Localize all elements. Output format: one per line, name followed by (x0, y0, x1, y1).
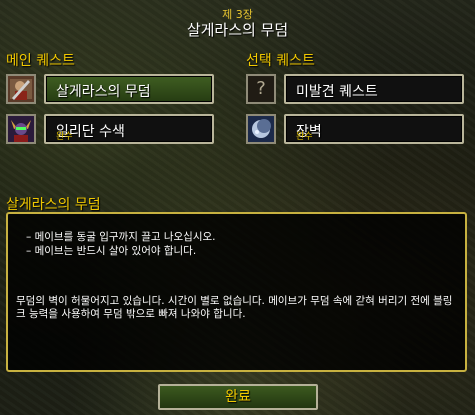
quest-detail-title: 살게라스의 무덤 (6, 197, 101, 213)
optional-quest-item-undiscovered[interactable]: ? 미발견 퀘스트 (246, 74, 466, 104)
main-quests-heading: 메인 퀘스트 (6, 53, 75, 69)
quest-button[interactable]: 일리단 수색 완수 (44, 114, 214, 144)
demon-hunter-portrait-icon (6, 114, 36, 144)
requirement-item: – 메이브는 반드시 살아 있어야 합니다. (26, 245, 197, 257)
requirement-item: – 메이브를 동굴 입구까지 끌고 나오십시오. (26, 231, 216, 243)
optional-quests-heading: 선택 퀘스트 (246, 53, 315, 69)
done-button[interactable]: 완료 (158, 384, 318, 410)
quest-description: 무덤의 벽이 허물어지고 있습니다. 시간이 별로 없습니다. 메이브가 무덤 … (16, 295, 453, 320)
question-mark-icon: ? (246, 74, 276, 104)
warrior-portrait-icon (6, 74, 36, 104)
optional-quest-item-barrier[interactable]: 장벽 완수 (246, 114, 466, 144)
quest-complete-label: 완수 (296, 132, 313, 142)
quest-label: 살게라스의 무덤 (56, 84, 151, 100)
main-quest-item-tomb[interactable]: 살게라스의 무덤 (6, 74, 216, 104)
moon-orb-icon (246, 114, 276, 144)
quest-button[interactable]: 미발견 퀘스트 (284, 74, 464, 104)
page-title: 살게라스의 무덤 (186, 21, 289, 39)
quest-complete-label: 완수 (56, 132, 73, 142)
quest-button[interactable]: 장벽 완수 (284, 114, 464, 144)
quest-detail-panel: – 메이브를 동굴 입구까지 끌고 나오십시오. – 메이브는 반드시 살아 있… (6, 212, 467, 372)
quest-label: 미발견 퀘스트 (296, 84, 378, 100)
quest-button[interactable]: 살게라스의 무덤 (44, 74, 214, 104)
main-quest-item-illidan[interactable]: 일리단 수색 완수 (6, 114, 216, 144)
